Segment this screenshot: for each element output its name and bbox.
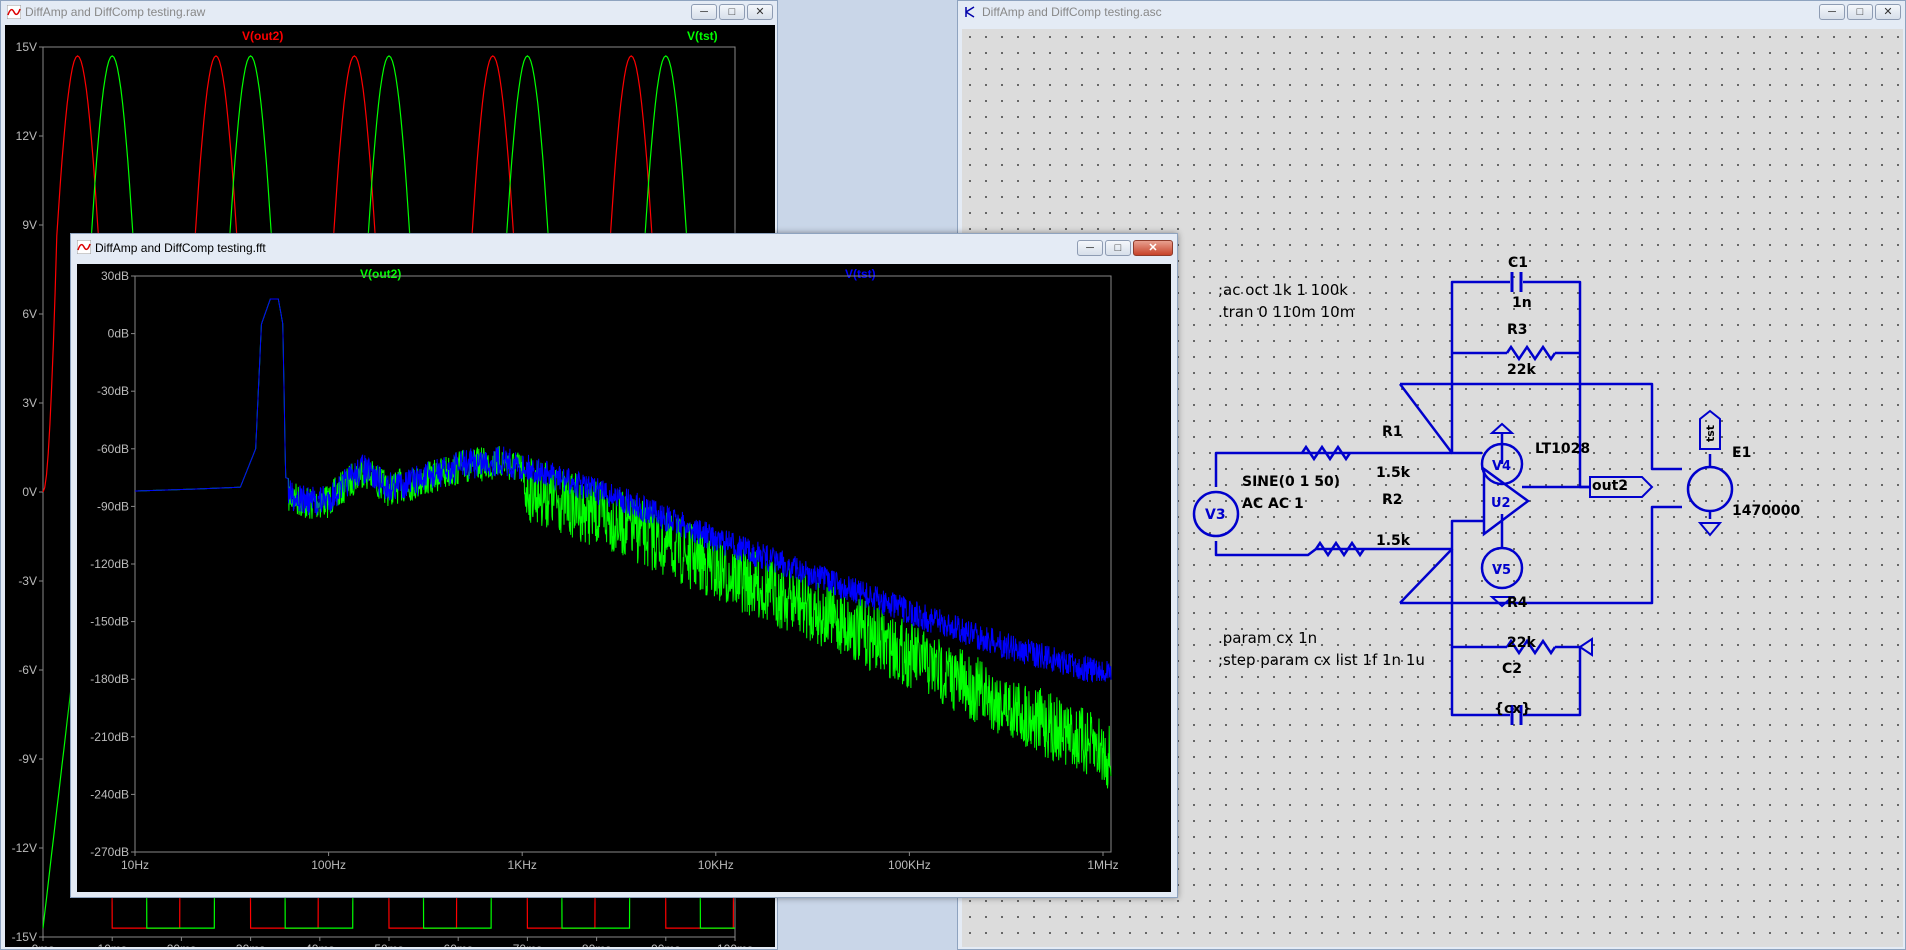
- y-tick-label: -180dB: [90, 672, 129, 686]
- c1-value[interactable]: 1n: [1512, 295, 1532, 311]
- x-tick-label: 10KHz: [698, 858, 734, 872]
- minimize-button[interactable]: ─: [691, 4, 717, 20]
- fft-window-title: DiffAmp and DiffComp testing.fft: [95, 241, 266, 255]
- y-tick-label: -150dB: [90, 615, 129, 629]
- y-tick-label: 12V: [16, 129, 37, 143]
- c1-name[interactable]: C1: [1508, 255, 1528, 271]
- r2-value[interactable]: 1.5k: [1376, 533, 1410, 549]
- fft-chart: 30dB 0dB -30dB -60dB -90dB -120dB -150dB -180dB…: [90, 269, 1118, 872]
- close-button[interactable]: ✕: [1875, 4, 1901, 20]
- transient-titlebar[interactable]: DiffAmp and DiffComp testing.raw ─ □ ✕: [1, 1, 777, 23]
- close-button[interactable]: ✕: [747, 4, 773, 20]
- maximize-button[interactable]: □: [719, 4, 745, 20]
- x-tick-label: 80ms: [582, 942, 611, 947]
- r1-name[interactable]: R1: [1382, 424, 1403, 440]
- y-tick-label: 6V: [22, 307, 37, 321]
- r2-name[interactable]: R2: [1382, 492, 1403, 508]
- x-tick-label: 30ms: [236, 942, 265, 947]
- y-tick-label: 0dB: [108, 327, 129, 341]
- x-tick-label: 60ms: [444, 942, 473, 947]
- c2-value[interactable]: {cx}: [1494, 701, 1531, 717]
- e1-value[interactable]: 1470000: [1732, 503, 1800, 519]
- tst-net-label[interactable]: tst: [1704, 425, 1717, 442]
- series-line-V(out2): [135, 298, 1112, 789]
- y-tick-label: 3V: [22, 396, 37, 410]
- schematic-window-title: DiffAmp and DiffComp testing.asc: [982, 5, 1162, 19]
- x-tick-label: 20ms: [167, 942, 196, 947]
- u2-value[interactable]: LT1028: [1535, 441, 1590, 457]
- tran-directive[interactable]: .tran 0 110m 10m: [1218, 303, 1354, 321]
- e1-name[interactable]: E1: [1732, 445, 1751, 461]
- x-tick-label: 10Hz: [121, 858, 149, 872]
- r3-value[interactable]: 22k: [1507, 362, 1536, 378]
- schematic-titlebar[interactable]: DiffAmp and DiffComp testing.asc ─ □ ✕: [958, 1, 1905, 23]
- svg-text:V4: V4: [1492, 459, 1511, 474]
- out2-net-label[interactable]: out2: [1592, 478, 1628, 494]
- y-tick-label: 30dB: [101, 269, 129, 283]
- schematic-icon: [965, 6, 975, 18]
- fft-plot-window[interactable]: DiffAmp and DiffComp testing.fft ─ □ ✕ V…: [70, 233, 1178, 898]
- x-tick-label: 1KHz: [508, 858, 537, 872]
- step-directive[interactable]: ;step param cx list 1f 1n 1u: [1218, 651, 1425, 669]
- ac-directive[interactable]: ;ac oct 1k 1 100k: [1218, 281, 1348, 299]
- x-tick-label: 70ms: [513, 942, 542, 947]
- param-directive[interactable]: .param cx 1n: [1218, 629, 1317, 647]
- y-tick-label: -3V: [18, 574, 37, 588]
- r3-name[interactable]: R3: [1507, 322, 1528, 338]
- y-tick-label: -12V: [12, 841, 37, 855]
- transient-window-title: DiffAmp and DiffComp testing.raw: [25, 5, 206, 19]
- y-tick-label: -30dB: [97, 384, 129, 398]
- y-tick-label: -210dB: [90, 730, 129, 744]
- y-tick-label: 9V: [22, 218, 37, 232]
- y-tick-label: -270dB: [90, 845, 129, 859]
- x-tick-label: 0ms: [32, 942, 55, 947]
- r4-name[interactable]: R4: [1507, 595, 1528, 611]
- x-tick-label: 100Hz: [311, 858, 346, 872]
- minimize-button[interactable]: ─: [1819, 4, 1845, 20]
- y-tick-label: 15V: [16, 40, 37, 54]
- y-tick-label: -90dB: [97, 499, 129, 513]
- maximize-button[interactable]: □: [1847, 4, 1873, 20]
- y-tick-label: -9V: [18, 752, 37, 766]
- v3-value1[interactable]: SINE(0 1 50): [1242, 474, 1340, 490]
- svg-text:V5: V5: [1492, 563, 1511, 578]
- plot-frame: [134, 275, 1112, 853]
- minimize-button[interactable]: ─: [1077, 240, 1103, 256]
- x-tick-label: 50ms: [374, 942, 403, 947]
- r4-value[interactable]: 22k: [1507, 635, 1536, 651]
- maximize-button[interactable]: □: [1105, 240, 1131, 256]
- x-tick-label: 100KHz: [888, 858, 931, 872]
- series-line-V(tst): [135, 298, 1112, 683]
- x-tick-label: 1MHz: [1087, 858, 1118, 872]
- y-tick-label: -240dB: [90, 787, 129, 801]
- svg-text:V3: V3: [1205, 507, 1226, 523]
- y-tick-label: -120dB: [90, 557, 129, 571]
- fft-titlebar[interactable]: DiffAmp and DiffComp testing.fft ─ □ ✕: [71, 234, 1177, 260]
- svg-text:U2: U2: [1491, 496, 1511, 511]
- x-tick-label: 10ms: [98, 942, 127, 947]
- fft-plot-area[interactable]: V(out2) V(tst) 30dB 0dB -30dB -60dB -90dB -12…: [77, 264, 1171, 892]
- close-button[interactable]: ✕: [1133, 240, 1173, 256]
- waveform-icon: [7, 5, 21, 19]
- c2-name[interactable]: C2: [1502, 661, 1522, 677]
- y-tick-label: 0V: [22, 485, 37, 499]
- x-tick-label: 90ms: [651, 942, 680, 947]
- y-tick-label: -60dB: [97, 442, 129, 456]
- x-tick-label: 40ms: [305, 942, 334, 947]
- r1-value[interactable]: 1.5k: [1376, 465, 1410, 481]
- y-tick-label: -6V: [18, 663, 37, 677]
- waveform-icon: [77, 240, 91, 254]
- x-tick-label: 100ms: [717, 942, 753, 947]
- v3-value2[interactable]: AC AC 1: [1242, 496, 1304, 512]
